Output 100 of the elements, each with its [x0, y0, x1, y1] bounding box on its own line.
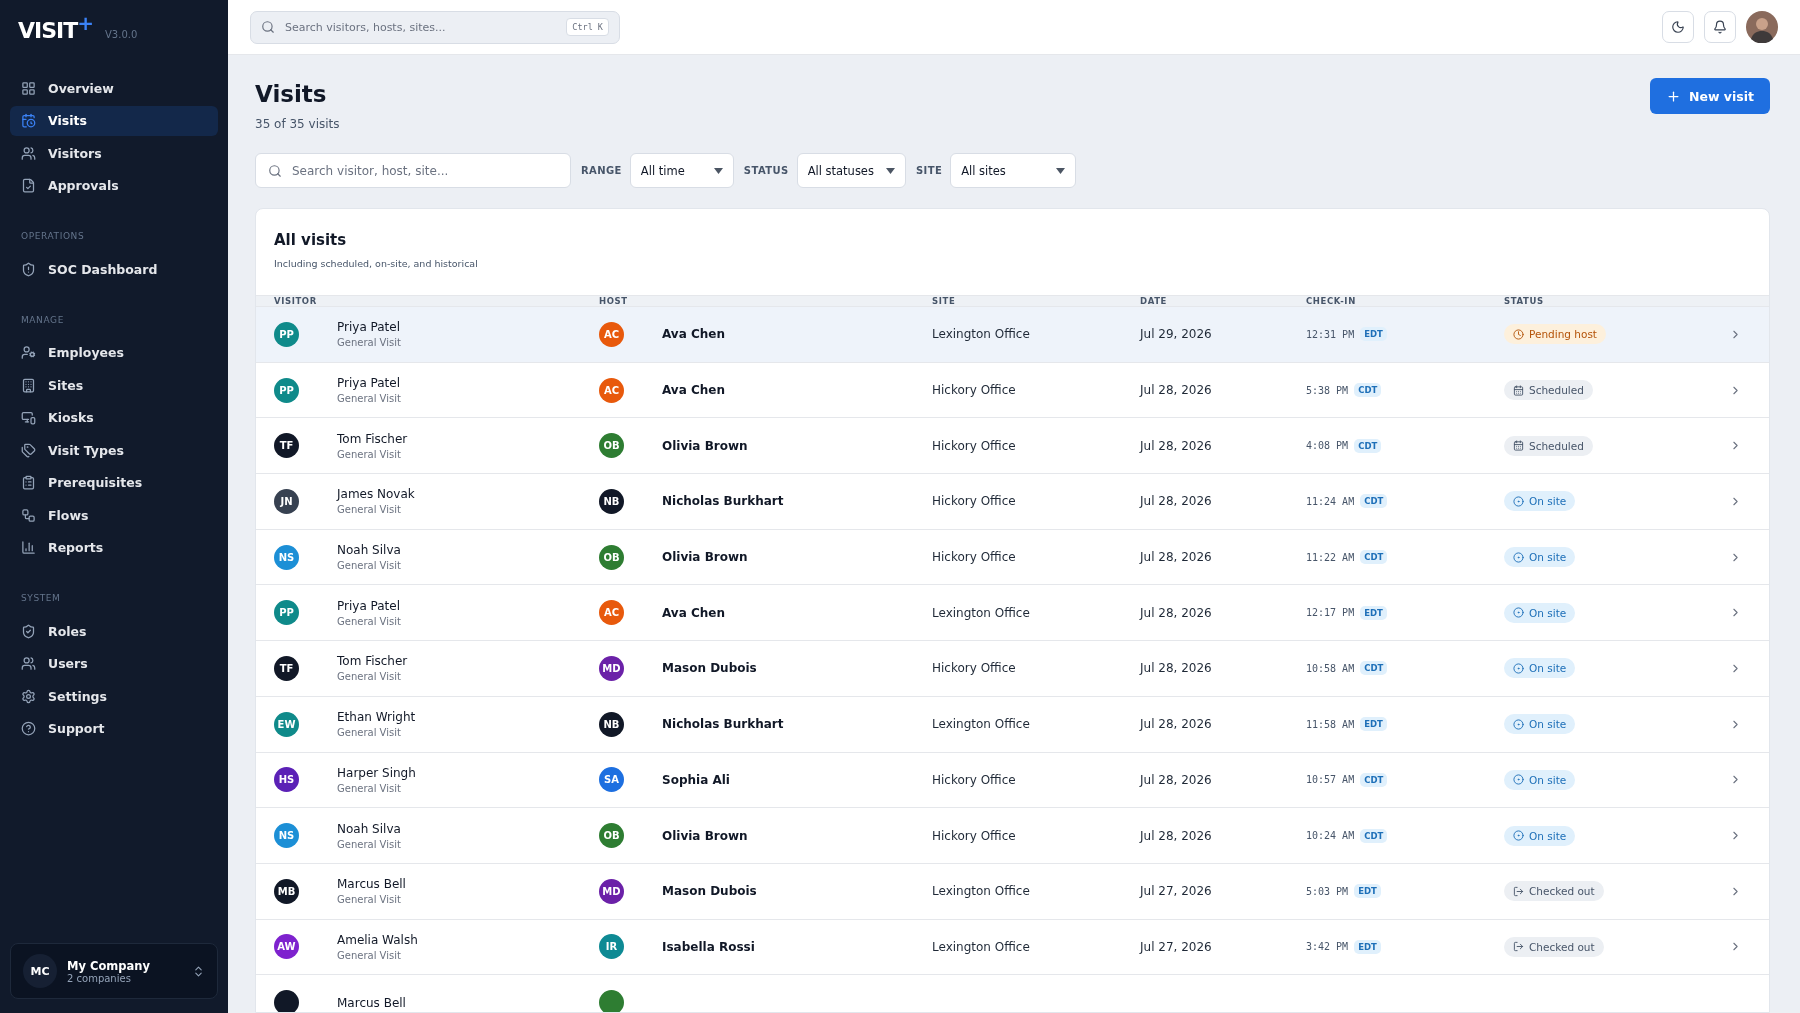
visitor-name: Priya Patel [337, 320, 401, 335]
site-cell: Lexington Office [932, 605, 1030, 620]
nav-item[interactable]: Kiosks [10, 402, 218, 433]
nav-item[interactable]: Reports [10, 532, 218, 563]
visitor-name: Priya Patel [337, 598, 401, 613]
company-count: 2 companies [67, 972, 131, 984]
visitor-avatar: TF [274, 433, 299, 459]
site-cell: Lexington Office [932, 884, 1030, 899]
company-switcher[interactable]: MC My Company 2 companies [10, 943, 218, 999]
nav-item[interactable]: Settings [10, 681, 218, 711]
timezone-tag: EDT [1360, 327, 1387, 342]
status-badge: On site [1504, 547, 1576, 568]
nav-item[interactable]: Employees [10, 337, 218, 368]
host-name: Mason Dubois [662, 661, 757, 676]
date-cell: Jul 29, 2026 [1140, 327, 1212, 342]
nav-item[interactable]: Roles [10, 616, 218, 646]
nav-item[interactable]: Sites [10, 370, 218, 400]
nav-item[interactable]: Visits [10, 105, 218, 136]
timezone-tag: EDT [1360, 605, 1387, 620]
nav-item[interactable]: Visit Types [10, 435, 218, 465]
date-cell: Jul 28, 2026 [1140, 717, 1212, 732]
timezone-tag: CDT [1360, 772, 1388, 787]
host-avatar: OB [599, 544, 624, 570]
filter-label: STATUS [743, 165, 789, 176]
caret-icon [713, 167, 723, 174]
filter-select[interactable]: All sites [950, 153, 1077, 188]
filter-label: RANGE [581, 165, 622, 176]
visit-row[interactable]: Marcus Bell [256, 974, 1769, 1012]
nav-icon [21, 377, 36, 393]
timezone-tag: EDT [1360, 717, 1387, 732]
timezone-tag: EDT [1354, 884, 1381, 899]
check-in-time: 11:24 AM [1306, 495, 1355, 507]
host-avatar: OB [599, 823, 624, 849]
status-badge: Scheduled [1504, 380, 1593, 401]
visitor-avatar: HS [274, 767, 299, 793]
status-badge: On site [1504, 491, 1576, 512]
visitor-avatar: MB [274, 878, 299, 904]
visitor-name: Tom Fischer [337, 654, 408, 669]
column-header: CHECK-IN [1306, 296, 1356, 306]
column-header: VISITOR [274, 296, 317, 306]
filter-select[interactable]: All statuses [796, 153, 906, 188]
date-cell: Jul 28, 2026 [1140, 550, 1212, 565]
filter-label: SITE [915, 165, 943, 176]
nav-item[interactable]: Visitors [10, 138, 218, 168]
visit-type: General Visit [337, 949, 402, 961]
caret-icon [1056, 167, 1066, 174]
check-in-time: 11:58 AM [1306, 718, 1355, 730]
nav-icon [21, 507, 36, 523]
visit-row[interactable]: PP Priya Patel General Visit AC Ava Chen Lexington Office Jul 29, 2026 12:31 PM EDT Pending host [256, 306, 1769, 362]
host-name: Sophia Ali [662, 772, 730, 787]
notifications-button[interactable] [1704, 11, 1736, 43]
status-badge: Scheduled [1504, 435, 1593, 456]
check-in-time: 10:57 AM [1306, 774, 1355, 786]
new-visit-button[interactable]: New visit [1650, 78, 1770, 114]
site-cell: Lexington Office [932, 327, 1030, 342]
search-placeholder: Search visitor, host, site... [292, 163, 449, 178]
site-cell: Hickory Office [932, 438, 1016, 453]
visitor-name: Marcus Bell [337, 877, 406, 892]
check-in-time: 12:17 PM [1306, 607, 1355, 619]
host-avatar: AC [599, 600, 624, 626]
theme-toggle-button[interactable] [1662, 11, 1694, 43]
host-name: Olivia Brown [662, 550, 748, 565]
visitor-name: Harper Singh [337, 765, 416, 780]
timezone-tag: CDT [1360, 828, 1388, 843]
company-avatar: MC [23, 954, 57, 988]
nav-item[interactable]: Overview [10, 73, 218, 103]
nav-item[interactable]: Approvals [10, 170, 218, 201]
nav-icon [21, 656, 36, 671]
nav-item[interactable]: Flows [10, 500, 218, 530]
visitor-name: Marcus Bell [337, 995, 406, 1010]
search-field[interactable]: Search visitors, hosts, sites... Ctrl K [250, 10, 620, 44]
visit-type: General Visit [337, 337, 401, 349]
nav-item[interactable]: Users [10, 648, 218, 679]
site-cell: Lexington Office [932, 717, 1030, 732]
nav-icon [21, 410, 36, 425]
host-name: Nicholas Burkhart [662, 494, 784, 509]
user-avatar[interactable] [1746, 11, 1778, 43]
date-cell: Jul 28, 2026 [1140, 828, 1212, 843]
visitor-name: Noah Silva [337, 821, 401, 836]
host-name: Ava Chen [662, 605, 725, 620]
nav-icon [21, 540, 36, 555]
check-in-time: 10:58 AM [1306, 662, 1355, 674]
nav-icon [21, 442, 36, 458]
visitor-avatar: EW [274, 711, 299, 737]
nav-item[interactable]: Prerequisites [10, 467, 218, 498]
site-cell: Hickory Office [932, 661, 1016, 676]
status-badge: Checked out [1504, 936, 1604, 957]
status-badge: On site [1504, 658, 1576, 679]
nav-icon [21, 113, 36, 128]
caret-icon [885, 167, 895, 174]
status-badge: On site [1504, 769, 1576, 790]
filter-search-field[interactable]: Search visitor, host, site... [255, 153, 571, 188]
filter-select[interactable]: All time [629, 153, 734, 188]
status-badge: On site [1504, 825, 1576, 846]
check-in-time: 3:42 PM [1306, 941, 1349, 953]
nav-item[interactable]: Support [10, 713, 218, 744]
visit-type: General Visit [337, 560, 401, 572]
nav-item[interactable]: SOC Dashboard [10, 254, 218, 284]
host-avatar: IR [599, 934, 624, 960]
host-name: Mason Dubois [662, 884, 757, 899]
